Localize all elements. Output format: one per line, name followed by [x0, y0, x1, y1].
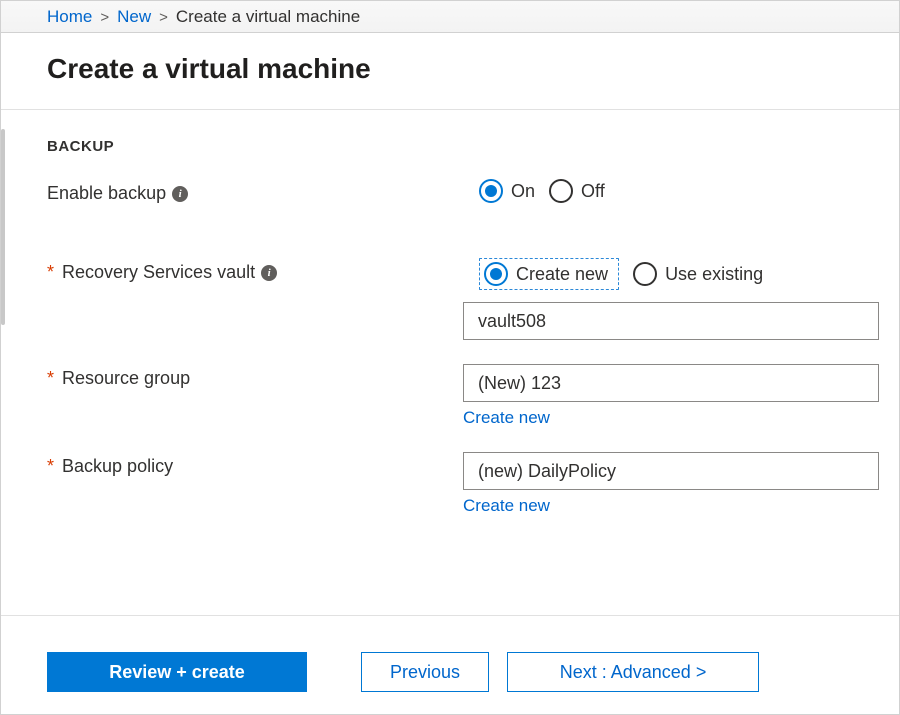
row-vault-name — [47, 302, 879, 340]
page-header: Create a virtual machine — [1, 33, 899, 110]
page-title: Create a virtual machine — [47, 53, 879, 85]
row-enable-backup: Enable backup i On Off — [47, 179, 879, 204]
label-text: Recovery Services vault — [62, 262, 255, 283]
label-recovery-vault: * Recovery Services vault i — [47, 258, 479, 283]
review-create-button[interactable]: Review + create — [47, 652, 307, 692]
breadcrumb-bar: Home > New > Create a virtual machine — [1, 1, 899, 33]
radio-recovery-use-existing[interactable]: Use existing — [633, 262, 763, 286]
row-backup-policy: * Backup policy Create new — [47, 452, 879, 516]
label-resource-group: * Resource group — [47, 364, 463, 389]
radio-label: Off — [581, 181, 605, 202]
section-title-backup: BACKUP — [47, 138, 879, 155]
label-text: Resource group — [62, 368, 190, 389]
info-icon[interactable]: i — [172, 186, 188, 202]
form-content: BACKUP Enable backup i On Off * Recovery… — [1, 110, 899, 560]
radio-group-recovery-vault: Create new Use existing — [479, 258, 879, 290]
radio-icon — [633, 262, 657, 286]
breadcrumb-home[interactable]: Home — [47, 7, 92, 27]
required-indicator: * — [47, 262, 54, 283]
backup-policy-input[interactable] — [463, 452, 879, 490]
breadcrumb: Home > New > Create a virtual machine — [47, 7, 879, 27]
radio-label: Create new — [516, 264, 608, 285]
radio-label: On — [511, 181, 535, 202]
label-text: Backup policy — [62, 456, 173, 477]
radio-recovery-create-new[interactable]: Create new — [479, 258, 619, 290]
radio-icon — [484, 262, 508, 286]
label-text: Enable backup — [47, 183, 166, 204]
radio-icon — [479, 179, 503, 203]
footer-actions: Review + create Previous Next : Advanced… — [1, 615, 899, 714]
label-backup-policy: * Backup policy — [47, 452, 463, 477]
resource-group-create-new-link[interactable]: Create new — [463, 408, 550, 428]
vault-name-input[interactable] — [463, 302, 879, 340]
breadcrumb-new[interactable]: New — [117, 7, 151, 27]
required-indicator: * — [47, 368, 54, 389]
previous-button[interactable]: Previous — [361, 652, 489, 692]
label-enable-backup: Enable backup i — [47, 179, 479, 204]
radio-label: Use existing — [665, 264, 763, 285]
radio-enable-backup-off[interactable]: Off — [549, 179, 605, 203]
row-recovery-vault: * Recovery Services vault i Create new U… — [47, 258, 879, 290]
resource-group-input[interactable] — [463, 364, 879, 402]
radio-group-enable-backup: On Off — [479, 179, 879, 203]
chevron-right-icon: > — [159, 9, 168, 26]
info-icon[interactable]: i — [261, 265, 277, 281]
required-indicator: * — [47, 456, 54, 477]
radio-icon — [549, 179, 573, 203]
row-resource-group: * Resource group Create new — [47, 364, 879, 428]
chevron-right-icon: > — [100, 9, 109, 26]
backup-policy-create-new-link[interactable]: Create new — [463, 496, 550, 516]
breadcrumb-current: Create a virtual machine — [176, 7, 360, 27]
next-advanced-button[interactable]: Next : Advanced > — [507, 652, 759, 692]
radio-enable-backup-on[interactable]: On — [479, 179, 535, 203]
